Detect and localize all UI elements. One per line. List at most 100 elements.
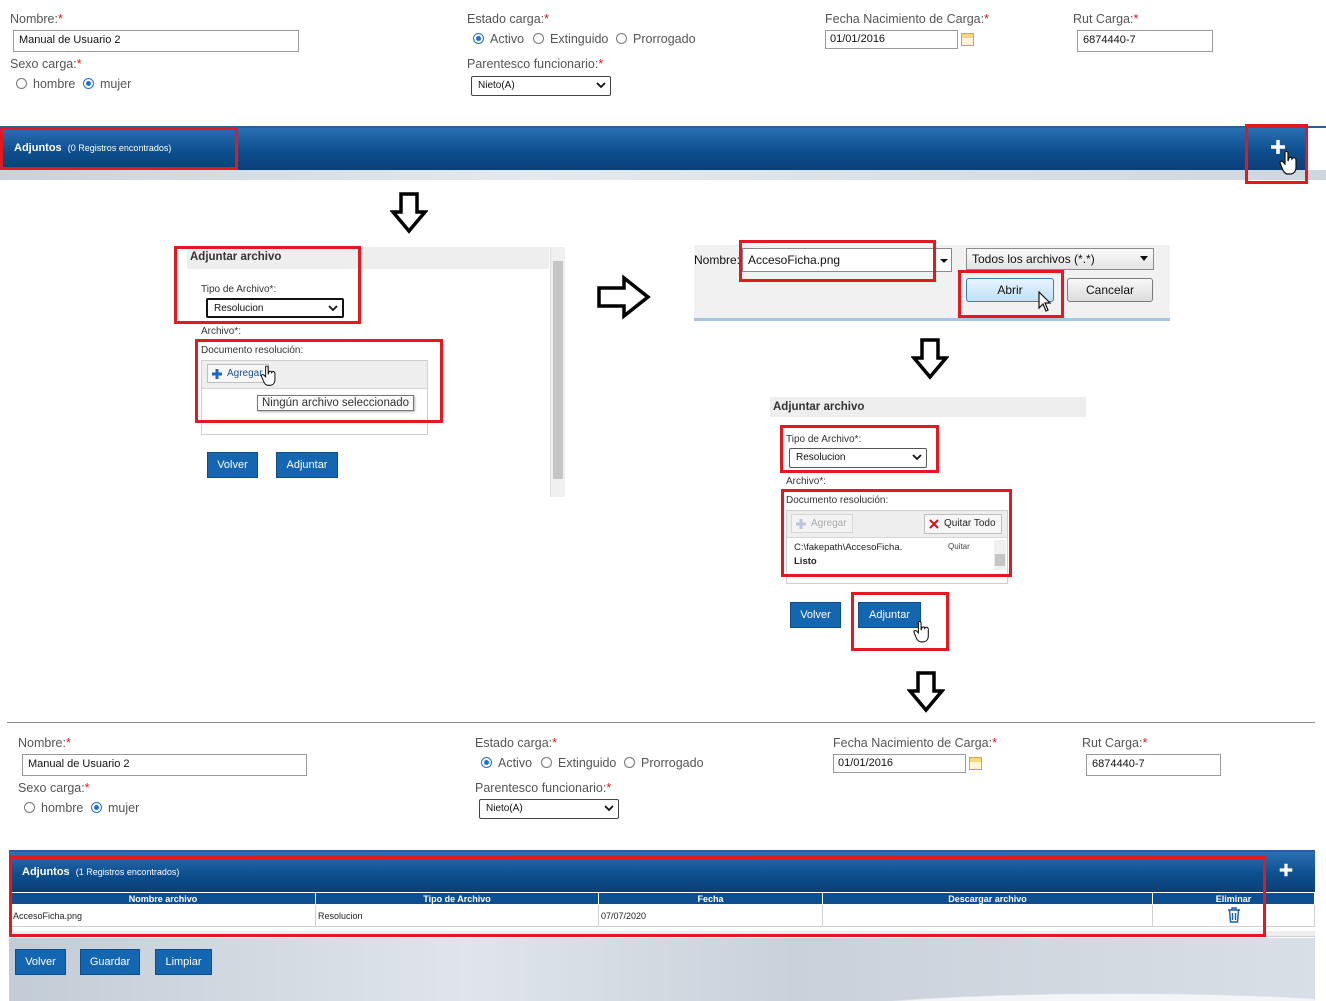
estado-extinguido-radio-2[interactable]	[541, 757, 552, 768]
panel1-adjuntar-button[interactable]: Adjuntar	[276, 452, 338, 478]
panel1-tipo-select[interactable]: Resolucion	[206, 298, 344, 318]
cell-fecha: 07/07/2020	[598, 904, 823, 927]
chevron-down-icon	[328, 305, 338, 312]
cell-nombre: AccesoFicha.png	[10, 904, 316, 927]
sexo-hombre-label: hombre	[33, 77, 76, 91]
estado-prorrogado-radio[interactable]	[616, 33, 627, 44]
guardar-button[interactable]: Guardar	[80, 949, 140, 975]
chevron-down-icon	[1140, 256, 1148, 261]
table-footer	[10, 931, 1315, 937]
hand-cursor-icon	[913, 620, 929, 643]
panel2-quitar-link[interactable]: Quitar	[948, 542, 970, 551]
estado-activo-radio-2[interactable]	[481, 757, 492, 768]
sexo-mujer-radio[interactable]	[83, 78, 94, 89]
col-descargar-archivo: Descargar archivo	[822, 892, 1153, 905]
file-dialog-filter-value: Todos los archivos (*.*)	[972, 252, 1095, 266]
estado-label-2: Estado carga:*	[475, 736, 558, 750]
hand-cursor-icon	[260, 365, 276, 386]
plus-icon	[212, 369, 222, 379]
nombre-input[interactable]: Manual de Usuario 2	[13, 30, 299, 52]
down-arrow-icon	[911, 338, 949, 380]
cell-descargar[interactable]	[822, 904, 1153, 927]
col-tipo-archivo: Tipo de Archivo	[315, 892, 599, 905]
right-arrow-icon	[597, 274, 651, 320]
parentesco-select[interactable]: Nieto(A)	[471, 76, 611, 96]
adjuntos-table: Nombre archivo Tipo de Archivo Fecha Des…	[10, 892, 1315, 927]
estado-activo-radio[interactable]	[473, 33, 484, 44]
panel2-status: Listo	[794, 556, 817, 567]
file-dialog-filter-select[interactable]: Todos los archivos (*.*)	[966, 248, 1154, 270]
limpiar-button[interactable]: Limpiar	[155, 949, 212, 975]
panel1-title: Adjuntar archivo	[187, 247, 549, 269]
panel2-tipo-label: Tipo de Archivo*:	[786, 434, 862, 445]
volver-button[interactable]: Volver	[15, 949, 66, 975]
panel1-scrollbar[interactable]	[550, 247, 565, 497]
estado-prorrogado-radio-2[interactable]	[624, 757, 635, 768]
section-divider	[7, 722, 1315, 723]
plus-icon	[796, 519, 806, 529]
cell-eliminar[interactable]	[1152, 904, 1315, 927]
sexo-mujer-radio-2[interactable]	[91, 802, 102, 813]
sexo-hombre-label-2: hombre	[41, 801, 84, 815]
chevron-down-icon	[912, 454, 922, 461]
adjuntos-title-top: Adjuntos (0 Registros encontrados)	[14, 142, 172, 154]
estado-extinguido-label-2: Extinguido	[558, 756, 617, 770]
parentesco-label: Parentesco funcionario:*	[467, 57, 604, 71]
panel1-volver-button[interactable]: Volver	[207, 452, 258, 478]
fecha-label: Fecha Nacimiento de Carga:*	[825, 12, 989, 26]
estado-activo-label-2: Activo	[498, 756, 533, 770]
panel2-volver-button[interactable]: Volver	[790, 602, 841, 628]
chevron-down-icon	[604, 805, 614, 812]
fecha-input-2[interactable]: 01/01/2016	[833, 754, 966, 773]
nombre-label: Nombre:*	[10, 12, 63, 26]
panel1-tipo-value: Resolucion	[214, 303, 264, 314]
table-header-row: Nombre archivo Tipo de Archivo Fecha Des…	[10, 892, 1315, 905]
panel2-file-path: C:\fakepath\AccesoFicha.	[794, 542, 903, 553]
cell-tipo: Resolucion	[315, 904, 599, 927]
panel1-tipo-label: Tipo de Archivo*:	[201, 284, 277, 295]
estado-extinguido-label: Extinguido	[550, 32, 609, 46]
adjuntos-bar-top: Adjuntos (0 Registros encontrados)	[0, 128, 1308, 170]
panel2-adjuntar-button[interactable]: Adjuntar	[858, 602, 921, 628]
fecha-label-2: Fecha Nacimiento de Carga:*	[833, 736, 997, 750]
sexo-mujer-label-2: mujer	[108, 801, 140, 815]
rut-input[interactable]: 6874440-7	[1077, 30, 1213, 52]
panel1-archivo-label: Archivo*:	[201, 326, 242, 337]
estado-extinguido-radio[interactable]	[533, 33, 544, 44]
rut-input-2[interactable]: 6874440-7	[1086, 754, 1221, 776]
panel2-archivo-label: Archivo*:	[786, 476, 827, 487]
table-row: AccesoFicha.png Resolucion 07/07/2020	[10, 904, 1315, 927]
estado-label: Estado carga:*	[467, 12, 550, 26]
trash-icon[interactable]	[1227, 906, 1241, 923]
col-nombre-archivo: Nombre archivo	[10, 892, 316, 905]
sexo-hombre-radio[interactable]	[16, 78, 27, 89]
parentesco-select-2[interactable]: Nieto(A)	[479, 799, 619, 819]
panel2-tipo-select[interactable]: Resolucion	[789, 448, 927, 468]
panel2-file-scrollbar[interactable]	[994, 540, 1006, 570]
col-fecha: Fecha	[598, 892, 823, 905]
hand-cursor-icon	[1279, 150, 1297, 175]
calendar-icon[interactable]	[969, 757, 982, 770]
sexo-mujer-label: mujer	[100, 77, 132, 91]
panel1-tooltip: Ningún archivo seleccionado	[257, 395, 415, 411]
chevron-down-icon[interactable]	[938, 256, 950, 266]
calendar-icon[interactable]	[961, 33, 974, 46]
panel1-scroll-thumb[interactable]	[553, 261, 563, 479]
nombre-label-2: Nombre:*	[18, 736, 71, 750]
fecha-input[interactable]: 01/01/2016	[825, 30, 958, 49]
nombre-input-2[interactable]: Manual de Usuario 2	[22, 754, 307, 776]
file-dialog-name-input[interactable]: AccesoFicha.png	[742, 248, 952, 272]
panel2-title: Adjuntar archivo	[770, 397, 1086, 417]
parentesco-value: Nieto(A)	[478, 80, 515, 91]
file-dialog-nombre-label: Nombre:	[694, 253, 741, 267]
rut-label: Rut Carga:*	[1073, 12, 1139, 26]
sexo-hombre-radio-2[interactable]	[24, 802, 35, 813]
plus-icon[interactable]	[1277, 861, 1295, 879]
panel2-file-scroll-thumb[interactable]	[995, 554, 1005, 566]
file-dialog-cancelar-button[interactable]: Cancelar	[1067, 278, 1153, 302]
estado-prorrogado-label-2: Prorrogado	[641, 756, 704, 770]
parentesco-label-2: Parentesco funcionario:*	[475, 781, 612, 795]
panel2-tipo-value: Resolucion	[796, 452, 846, 463]
adjuntos-bar-bottom: Adjuntos (1 Registros encontrados)	[9, 852, 1315, 892]
estado-activo-label: Activo	[490, 32, 525, 46]
